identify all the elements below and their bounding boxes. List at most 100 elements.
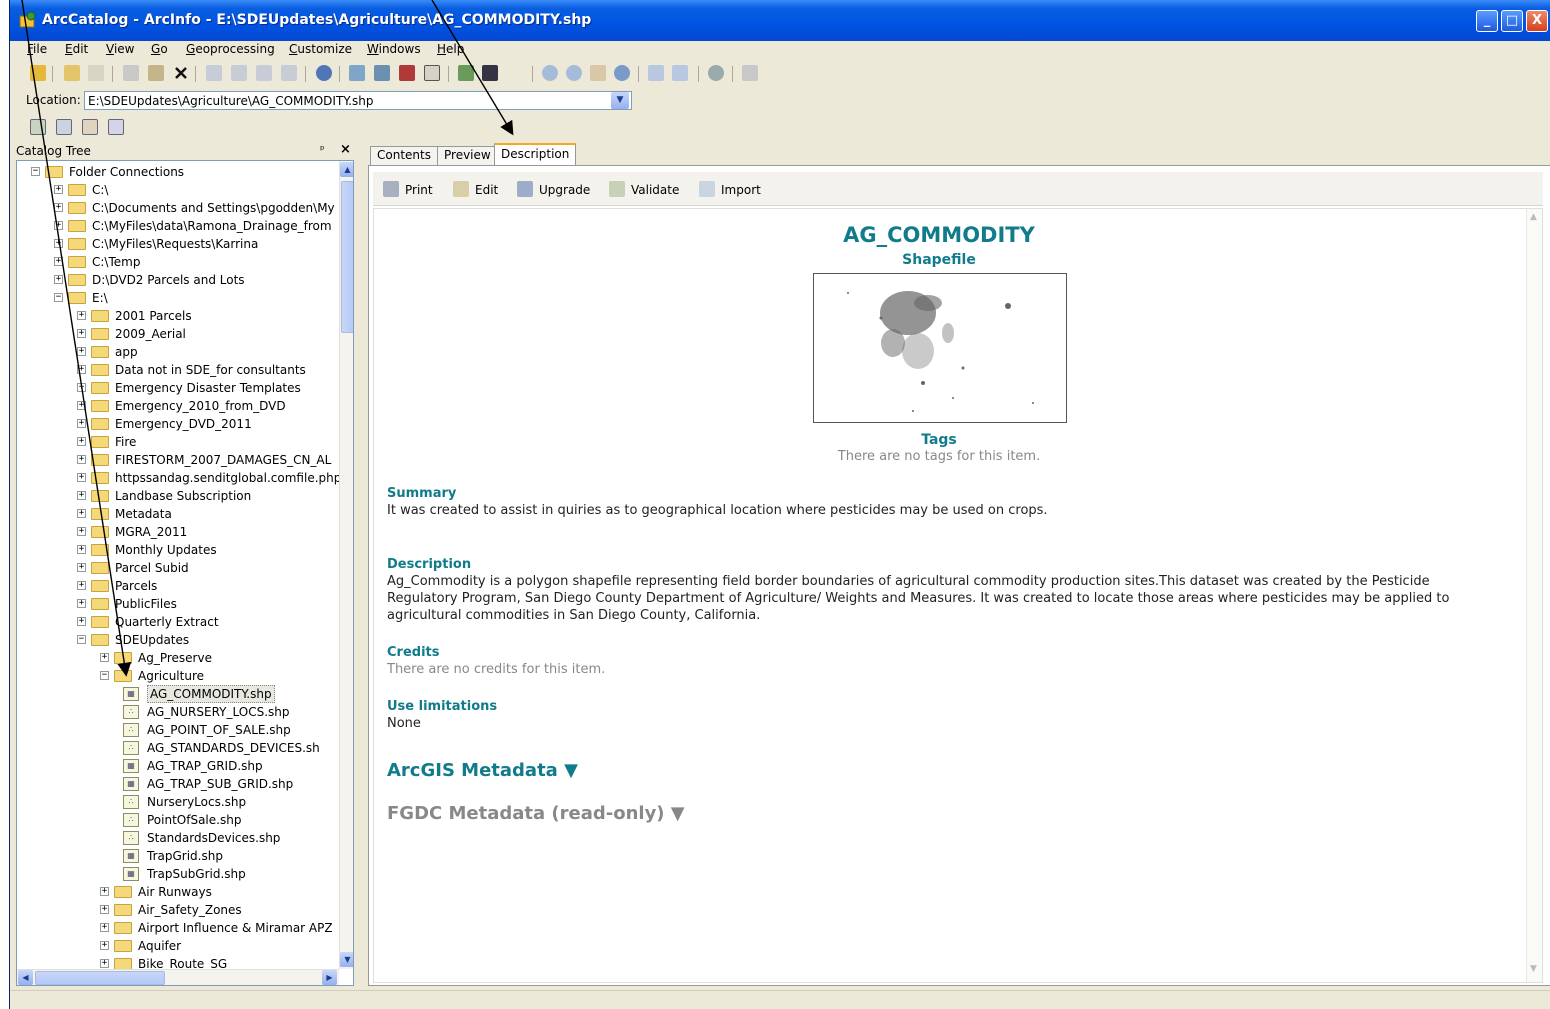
zoom-in-icon[interactable] (542, 65, 558, 81)
scroll-down-icon[interactable]: ▼ (340, 952, 353, 967)
edit-metadata-icon[interactable] (30, 119, 46, 135)
description-vertical-scrollbar[interactable]: ▲ ▼ (1526, 209, 1542, 982)
close-button[interactable]: X (1526, 10, 1548, 32)
maximize-button[interactable]: □ (1501, 10, 1523, 32)
expand-icon[interactable]: + (77, 599, 86, 608)
disconnect-folder-icon[interactable] (88, 65, 104, 81)
expand-icon[interactable]: + (54, 221, 63, 230)
forward-icon[interactable] (672, 65, 688, 81)
menu-edit[interactable]: Edit (65, 41, 88, 58)
menu-customize[interactable]: Customize (289, 41, 352, 58)
minimize-button[interactable]: _ (1476, 10, 1498, 32)
location-dropdown-button[interactable]: ▼ (611, 92, 629, 109)
expand-icon[interactable]: + (77, 491, 86, 500)
import-button[interactable]: Import (699, 181, 761, 198)
expand-icon[interactable]: + (54, 275, 63, 284)
up-one-level-icon[interactable] (30, 65, 46, 81)
export-metadata-icon[interactable] (82, 119, 98, 135)
tab-contents[interactable]: Contents (370, 146, 438, 165)
edit-button[interactable]: Edit (453, 181, 498, 198)
tree-vertical-scrollbar[interactable]: ▲ ▼ (339, 161, 353, 969)
tree-vertical-scroll-thumb[interactable] (341, 181, 353, 333)
collapse-icon[interactable]: − (77, 635, 86, 644)
tree-horizontal-scroll-thumb[interactable] (35, 971, 165, 985)
validate-metadata-icon[interactable] (108, 119, 124, 135)
tree-horizontal-scrollbar[interactable]: ◀ ▶ (17, 969, 339, 985)
whats-this-icon[interactable] (482, 65, 498, 81)
scroll-up-icon[interactable]: ▲ (1530, 212, 1537, 222)
pin-icon[interactable]: ᵖ (320, 143, 325, 156)
print-button[interactable]: Print (383, 181, 433, 198)
menu-go[interactable]: Go (151, 41, 168, 58)
expand-icon[interactable]: + (77, 401, 86, 410)
thumbnails-icon[interactable] (281, 65, 297, 81)
expand-icon[interactable]: + (77, 509, 86, 518)
expand-icon[interactable]: + (77, 617, 86, 626)
tab-preview[interactable]: Preview (437, 146, 498, 165)
paste-icon[interactable] (148, 65, 164, 81)
details-icon[interactable] (256, 65, 272, 81)
expand-icon[interactable]: + (100, 905, 109, 914)
expand-icon[interactable]: + (77, 365, 86, 374)
expand-icon[interactable]: + (77, 383, 86, 392)
expand-icon[interactable]: + (77, 311, 86, 320)
scroll-left-icon[interactable]: ◀ (18, 970, 33, 985)
menu-geoprocessing[interactable]: Geoprocessing (186, 41, 275, 58)
expand-icon[interactable]: + (100, 653, 109, 662)
create-thumbnail-icon[interactable] (742, 65, 758, 81)
identify-icon[interactable] (708, 65, 724, 81)
scroll-up-icon[interactable]: ▲ (340, 162, 353, 177)
copy-icon[interactable] (123, 65, 139, 81)
expand-icon[interactable]: + (77, 563, 86, 572)
pan-icon[interactable] (590, 65, 606, 81)
upgrade-button[interactable]: Upgrade (517, 181, 590, 198)
expand-icon[interactable]: + (54, 203, 63, 212)
expand-icon[interactable]: + (77, 473, 86, 482)
delete-icon[interactable] (173, 65, 189, 81)
menu-windows[interactable]: Windows (367, 41, 421, 58)
expand-icon[interactable]: + (100, 923, 109, 932)
catalog-window-icon[interactable] (349, 65, 365, 81)
search-icon[interactable] (316, 65, 332, 81)
modelbuilder-icon[interactable] (458, 65, 474, 81)
title-bar[interactable]: ArcCatalog - ArcInfo - E:\SDEUpdates\Agr… (10, 0, 1550, 41)
search-window-icon[interactable] (374, 65, 390, 81)
collapse-icon[interactable]: − (31, 167, 40, 176)
arcgis-metadata-toggle[interactable]: ArcGIS Metadata ▼ (387, 760, 578, 781)
expand-icon[interactable]: + (77, 545, 86, 554)
zoom-out-icon[interactable] (566, 65, 582, 81)
import-metadata-icon[interactable] (56, 119, 72, 135)
expand-icon[interactable]: + (100, 959, 109, 968)
list-icon[interactable] (231, 65, 247, 81)
menu-view[interactable]: View (106, 41, 134, 58)
expand-icon[interactable]: + (100, 941, 109, 950)
expand-icon[interactable]: + (100, 887, 109, 896)
large-icons-icon[interactable] (206, 65, 222, 81)
expand-icon[interactable]: + (77, 419, 86, 428)
menu-help[interactable]: Help (437, 41, 464, 58)
expand-icon[interactable]: + (77, 437, 86, 446)
scroll-down-icon[interactable]: ▼ (1530, 964, 1537, 974)
expand-icon[interactable]: + (77, 581, 86, 590)
collapse-icon[interactable]: − (54, 293, 63, 302)
expand-icon[interactable]: + (77, 527, 86, 536)
arctoolbox-icon[interactable] (399, 65, 415, 81)
expand-icon[interactable]: + (77, 347, 86, 356)
collapse-icon[interactable]: − (100, 671, 109, 680)
tab-description[interactable]: Description (494, 143, 577, 166)
expand-icon[interactable]: + (54, 257, 63, 266)
expand-icon[interactable]: + (54, 239, 63, 248)
scroll-right-icon[interactable]: ▶ (322, 970, 337, 985)
fgdc-metadata-toggle[interactable]: FGDC Metadata (read-only) ▼ (387, 803, 685, 824)
back-icon[interactable] (648, 65, 664, 81)
location-input[interactable] (84, 91, 632, 110)
menu-file[interactable]: File (27, 41, 47, 58)
python-window-icon[interactable] (424, 65, 440, 81)
full-extent-icon[interactable] (614, 65, 630, 81)
expand-icon[interactable]: + (54, 185, 63, 194)
expand-icon[interactable]: + (77, 455, 86, 464)
close-icon[interactable]: × (340, 142, 351, 157)
expand-icon[interactable]: + (77, 329, 86, 338)
validate-button[interactable]: Validate (609, 181, 679, 198)
connect-folder-icon[interactable] (64, 65, 80, 81)
